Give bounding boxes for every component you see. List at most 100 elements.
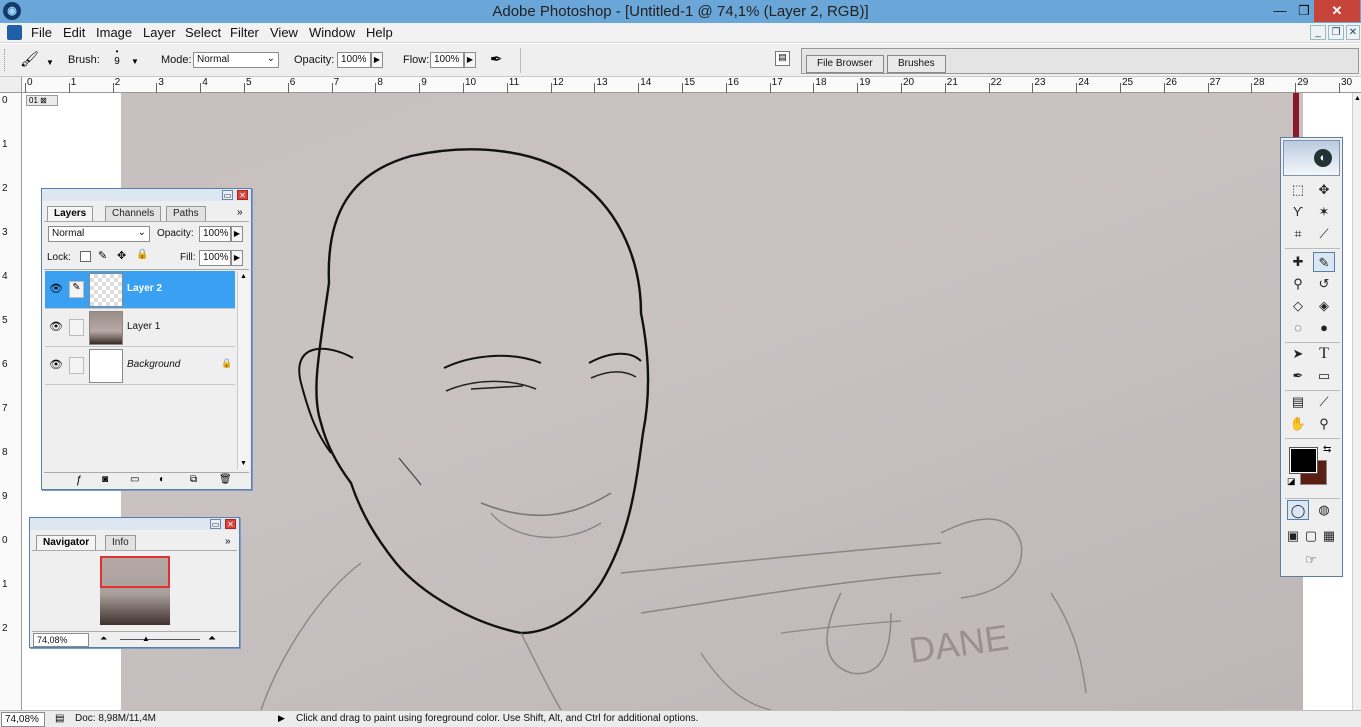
pen-icon[interactable]: ✒ [1287, 366, 1309, 386]
ruler-origin[interactable] [0, 77, 22, 93]
full-screen-menu-icon[interactable]: ▢ [1302, 526, 1320, 546]
document-icon[interactable] [7, 25, 22, 40]
marquee-icon[interactable]: ⬚ [1287, 180, 1309, 200]
tab-navigator[interactable]: Navigator [36, 535, 97, 550]
menu-help[interactable]: Help [366, 25, 393, 40]
swap-colors-icon[interactable]: ⇆ [1323, 444, 1331, 455]
tab-paths[interactable]: Paths [166, 206, 206, 221]
scroll-up-icon[interactable]: ▲ [1354, 95, 1361, 102]
palette-close-button[interactable]: ✕ [225, 519, 236, 529]
close-button[interactable]: ✕ [1314, 0, 1360, 22]
brush-link-icon[interactable]: ✎ [69, 281, 84, 298]
airbrush-icon[interactable]: ✒ [490, 50, 503, 68]
palette-minimize-button[interactable]: ▭ [210, 519, 221, 529]
zoom-in-icon[interactable]: ⏶ [208, 633, 216, 644]
menu-filter[interactable]: Filter [230, 25, 259, 40]
navigator-preview[interactable] [100, 556, 170, 625]
zoom-slider-thumb[interactable]: ▲ [142, 634, 150, 643]
opacity-arrow-button[interactable]: ▶ [371, 52, 383, 68]
horizontal-ruler[interactable]: 0 1 2 3 4 5 6 7 8 9 10 11 12 13 14 15 16 17 18 19 20 21 22 23 24… [22, 77, 1361, 93]
palette-well-icon[interactable]: ▤ [775, 51, 790, 66]
adjustment-layer-icon[interactable]: ◐ [159, 474, 165, 485]
scroll-down-icon[interactable]: ▼ [238, 460, 249, 467]
standard-screen-icon[interactable]: ▣ [1284, 526, 1302, 546]
new-layer-icon[interactable]: ⧉ [190, 474, 197, 485]
mode-select[interactable]: Normal ⌄ [193, 52, 279, 68]
doc-close-button[interactable]: ✕ [1346, 25, 1360, 40]
chevron-down-icon[interactable]: ▼ [131, 57, 139, 66]
palette-menu-icon[interactable]: » [225, 536, 231, 547]
flow-field[interactable]: 100% [430, 52, 464, 68]
sketch-image[interactable]: DANE [121, 93, 1303, 710]
fill-arrow-button[interactable]: ▶ [231, 250, 243, 266]
move-icon[interactable]: ✥ [1313, 180, 1335, 200]
eye-icon[interactable]: 👁 [48, 357, 64, 373]
slice-icon[interactable]: ⟋ [1313, 224, 1335, 244]
brush-icon[interactable]: ✎ [1313, 252, 1335, 272]
link-box[interactable] [69, 319, 84, 336]
opacity-field[interactable]: 100% [337, 52, 371, 68]
eye-icon[interactable]: 👁 [48, 281, 64, 297]
rectangle-shape-icon[interactable]: ▭ [1313, 366, 1335, 386]
blur-icon[interactable]: ◌ [1287, 318, 1309, 338]
menu-window[interactable]: Window [309, 25, 355, 40]
tab-layers[interactable]: Layers [47, 206, 94, 221]
layer-row-background[interactable]: 👁 Background 🔒 [45, 347, 235, 385]
jump-to-imageready-icon[interactable]: ☞ [1287, 550, 1335, 570]
zoom-field[interactable]: 74,08% [33, 633, 89, 647]
blend-mode-select[interactable]: Normal ⌄ [48, 226, 150, 242]
layer-row-layer-2[interactable]: 👁 ✎ Layer 2 [45, 271, 235, 309]
crop-icon[interactable]: ⌗ [1287, 224, 1309, 244]
link-box[interactable] [69, 357, 84, 374]
menu-image[interactable]: Image [96, 25, 132, 40]
dodge-icon[interactable]: ● [1313, 318, 1335, 338]
scroll-up-icon[interactable]: ▲ [238, 273, 249, 280]
type-icon[interactable]: T [1313, 344, 1335, 364]
layer-row-layer-1[interactable]: 👁 Layer 1 [45, 309, 235, 347]
menu-layer[interactable]: Layer [143, 25, 176, 40]
lock-move-icon[interactable]: ✥ [117, 249, 126, 262]
layers-scrollbar[interactable]: ▲ ▼ [237, 273, 249, 469]
tab-channels[interactable]: Channels [105, 206, 162, 221]
magic-wand-icon[interactable]: ✶ [1313, 202, 1335, 222]
status-zoom-field[interactable]: 74,08% [1, 712, 45, 727]
chevron-down-icon[interactable]: ▼ [46, 58, 54, 67]
paint-bucket-icon[interactable]: ◈ [1313, 296, 1335, 316]
photoshop-eye-icon[interactable]: ◐ [1283, 140, 1340, 176]
file-browser-tab[interactable]: File Browser [806, 55, 884, 73]
eyedropper-icon[interactable]: ⟋ [1313, 392, 1335, 412]
eye-icon[interactable]: 👁 [48, 319, 64, 335]
healing-brush-icon[interactable]: ✚ [1287, 252, 1309, 272]
lock-all-icon[interactable]: 🔒 [136, 249, 148, 260]
flow-arrow-button[interactable]: ▶ [464, 52, 476, 68]
hand-icon[interactable]: ✋ [1287, 414, 1309, 434]
menu-view[interactable]: View [270, 25, 298, 40]
photoshop-eye-icon[interactable]: ◉ [3, 2, 21, 20]
eraser-icon[interactable]: ◇ [1287, 296, 1309, 316]
zoom-out-icon[interactable]: ⏶ [100, 633, 107, 644]
notes-icon[interactable]: ▤ [1287, 392, 1309, 412]
clone-stamp-icon[interactable]: ⚲ [1287, 274, 1309, 294]
menu-edit[interactable]: Edit [63, 25, 85, 40]
doc-restore-button[interactable]: ❐ [1328, 25, 1344, 40]
vertical-ruler[interactable]: 0 1 2 3 4 5 6 7 8 9 0 1 2 [0, 77, 22, 710]
quick-mask-icon[interactable]: ◍ [1313, 500, 1335, 520]
tab-info[interactable]: Info [105, 535, 136, 550]
palette-menu-icon[interactable]: » [237, 207, 243, 218]
layer-opacity-arrow-button[interactable]: ▶ [231, 226, 243, 242]
brush-picker[interactable]: • 9 [108, 48, 126, 72]
menu-file[interactable]: File [31, 25, 52, 40]
navigator-palette-header[interactable] [30, 518, 239, 530]
history-brush-icon[interactable]: ↺ [1313, 274, 1335, 294]
full-screen-icon[interactable]: ▦ [1320, 526, 1338, 546]
zoom-slider[interactable] [120, 639, 200, 640]
lock-transparency-icon[interactable] [80, 251, 91, 262]
menu-select[interactable]: Select [185, 25, 221, 40]
lasso-icon[interactable]: ϒ [1287, 202, 1309, 222]
vertical-scrollbar[interactable]: ▲ [1352, 93, 1361, 710]
status-menu-arrow-icon[interactable]: ▶ [278, 713, 285, 724]
palette-minimize-button[interactable]: ▭ [222, 190, 233, 200]
doc-minimize-button[interactable]: _ [1310, 25, 1326, 40]
trash-icon[interactable]: 🗑 [219, 474, 232, 485]
navigator-view-box[interactable] [100, 556, 170, 588]
